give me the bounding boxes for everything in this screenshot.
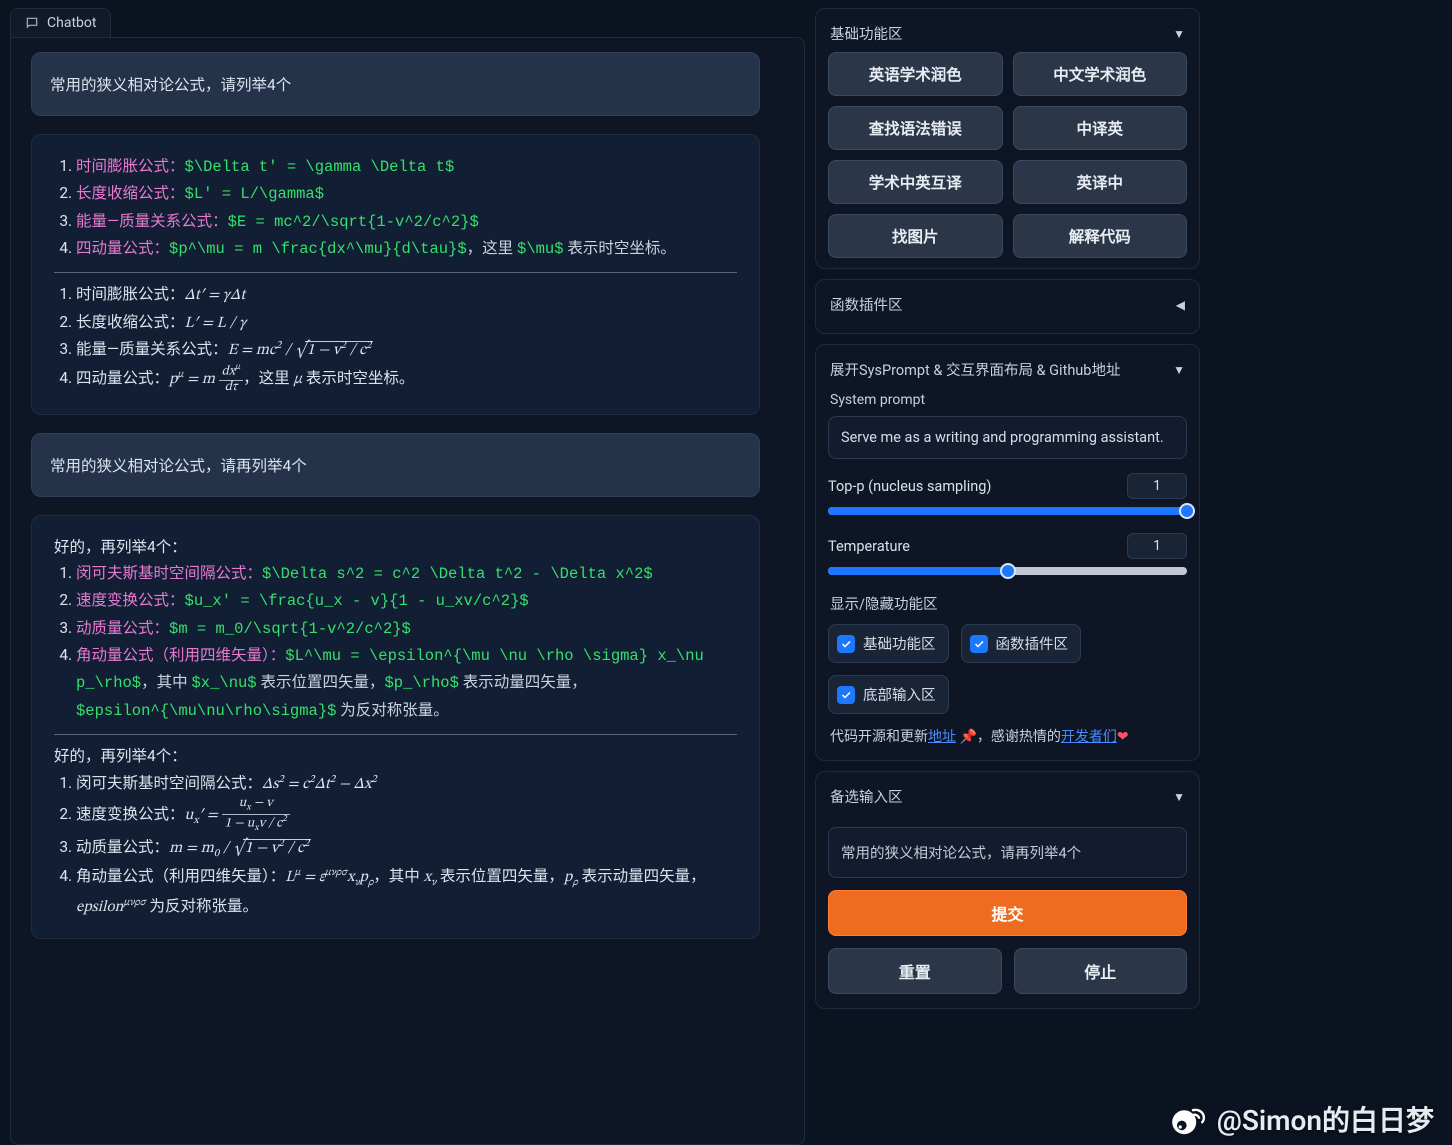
- footer-line: 代码开源和更新地址 📌，感谢热情的开发者们❤: [830, 726, 1185, 746]
- check-plugin-functions[interactable]: 函数插件区: [961, 624, 1082, 663]
- r2-label: 长度收缩公式：: [76, 313, 185, 331]
- checkbox-checked-icon: [837, 635, 855, 653]
- chevron-left-icon: ◀: [1176, 298, 1185, 312]
- fn-btn-find-image[interactable]: 找图片: [828, 214, 1003, 258]
- checkbox-checked-icon: [837, 686, 855, 704]
- b2-eq4-label: 角动量公式（利用四维矢量）：: [76, 646, 285, 664]
- b2r2-math: ux′ = ux − v1 − uxv / c2: [185, 807, 290, 823]
- checkbox-checked-icon: [970, 635, 988, 653]
- topp-value[interactable]: 1: [1127, 473, 1187, 499]
- r3-math: E = mc2 / √1 − v2 / c2: [228, 342, 374, 358]
- panel-alt-header[interactable]: 备选输入区 ▼: [828, 782, 1187, 815]
- submit-button[interactable]: 提交: [828, 890, 1187, 936]
- bot2-rendered-intro: 好的，再列举4个：: [54, 743, 737, 769]
- b2-eq2-latex: $u_x' = \frac{u_x - v}{1 - u_xv/c^2}$: [185, 592, 529, 610]
- temperature-slider[interactable]: [828, 567, 1187, 575]
- stop-button[interactable]: 停止: [1014, 948, 1188, 994]
- eq2-label: 长度收缩公式：: [76, 184, 185, 202]
- panel-plugin-header[interactable]: 函数插件区 ◀: [828, 290, 1187, 323]
- chat-bubble-icon: [25, 16, 39, 30]
- bot-message-2: 好的，再列举4个： 闵可夫斯基时空间隔公式：$\Delta s^2 = c^2 …: [31, 515, 760, 939]
- panel-alt-input: 备选输入区 ▼ 常用的狭义相对论公式，请再列举4个 提交 重置 停止: [815, 771, 1200, 1009]
- check-basic-functions[interactable]: 基础功能区: [828, 624, 949, 663]
- r1-label: 时间膨胀公式：: [76, 285, 185, 303]
- r3-label: 能量—质量关系公式：: [76, 340, 228, 358]
- fn-btn-academic-zh-en[interactable]: 学术中英互译: [828, 160, 1003, 204]
- r4-math: pμ = m dxμdτ: [169, 371, 243, 387]
- footer-link-devs[interactable]: 开发者们: [1061, 729, 1117, 745]
- b2r4-math: Lμ = εμνρσxνpρ: [285, 869, 373, 885]
- b2r3-label: 动质量公式：: [76, 838, 169, 856]
- panel-alt-title: 备选输入区: [830, 786, 903, 807]
- b2-eq3-label: 动质量公式：: [76, 619, 169, 637]
- b2-eq1-label: 闵可夫斯基时空间隔公式：: [76, 564, 262, 582]
- panel-expand-title: 展开SysPrompt & 交互界面布局 & Github地址: [830, 359, 1120, 380]
- eq1-label: 时间膨胀公式：: [76, 157, 185, 175]
- b2r2-label: 速度变换公式：: [76, 805, 185, 823]
- b2-eq2-label: 速度变换公式：: [76, 591, 185, 609]
- watermark-text: @Simon的白日梦: [1217, 1099, 1434, 1139]
- r4-label: 四动量公式：: [76, 369, 169, 387]
- r2-math: L′ = L / γ: [185, 315, 247, 331]
- fn-btn-grammar-check[interactable]: 查找语法错误: [828, 106, 1003, 150]
- check-bottom-input[interactable]: 底部输入区: [828, 675, 949, 714]
- b2-eq4-tail: ，其中 $x_\nu$ 表示位置四矢量，$p_\rho$ 表示动量四矢量，$ep…: [76, 673, 587, 718]
- check-plugin-label: 函数插件区: [996, 633, 1069, 654]
- temperature-label: Temperature: [828, 538, 910, 555]
- bot-message-1: 时间膨胀公式：$\Delta t' = \gamma \Delta t$ 长度收…: [31, 134, 760, 415]
- panel-plugin-functions: 函数插件区 ◀: [815, 279, 1200, 334]
- system-prompt-label: System prompt: [830, 392, 1187, 408]
- eq1-latex: $\Delta t' = \gamma \Delta t$: [185, 158, 455, 176]
- chevron-down-icon: ▼: [1173, 790, 1185, 804]
- eq4-label: 四动量公式：: [76, 239, 169, 257]
- chevron-down-icon: ▼: [1173, 27, 1185, 41]
- fn-btn-chinese-polish[interactable]: 中文学术润色: [1013, 52, 1188, 96]
- user-message-2: 常用的狭义相对论公式，请再列举4个: [31, 433, 760, 497]
- r1-math: Δt′ = γΔt: [185, 287, 246, 303]
- fn-btn-english-polish[interactable]: 英语学术润色: [828, 52, 1003, 96]
- panel-basic-header[interactable]: 基础功能区 ▼: [828, 19, 1187, 52]
- chevron-down-icon: ▼: [1173, 363, 1185, 377]
- b2-eq3-latex: $m = m_0/\sqrt{1-v^2/c^2}$: [169, 620, 411, 638]
- chat-body: 常用的狭义相对论公式，请列举4个 时间膨胀公式：$\Delta t' = \ga…: [10, 37, 805, 1145]
- tab-label: Chatbot: [47, 15, 96, 31]
- topp-label: Top-p (nucleus sampling): [828, 478, 991, 495]
- eq3-label: 能量—质量关系公式：: [76, 212, 228, 230]
- b2r1-label: 闵可夫斯基时空间隔公式：: [76, 774, 262, 792]
- panel-expand-header[interactable]: 展开SysPrompt & 交互界面布局 & Github地址 ▼: [828, 355, 1187, 388]
- eq4-latex: $p^\mu = m \frac{dx^\mu}{d\tau}$: [169, 240, 467, 258]
- check-bottom-label: 底部输入区: [863, 684, 936, 705]
- user-message-1: 常用的狭义相对论公式，请列举4个: [31, 52, 760, 116]
- r4-tail: ，这里 μ 表示时空坐标。: [243, 369, 414, 387]
- tab-bar: Chatbot: [10, 8, 805, 37]
- check-basic-label: 基础功能区: [863, 633, 936, 654]
- temperature-value[interactable]: 1: [1127, 533, 1187, 559]
- panel-plugin-title: 函数插件区: [830, 294, 903, 315]
- panel-expand: 展开SysPrompt & 交互界面布局 & Github地址 ▼ System…: [815, 344, 1200, 761]
- panel-basic-title: 基础功能区: [830, 23, 903, 44]
- reset-button[interactable]: 重置: [828, 948, 1002, 994]
- eq4-tail: ，这里 $\mu$ 表示时空坐标。: [467, 239, 676, 257]
- b2r1-math: Δs2 = c2Δt2 − Δx2: [262, 776, 377, 792]
- alt-input-textbox[interactable]: 常用的狭义相对论公式，请再列举4个: [828, 827, 1187, 878]
- fn-btn-explain-code[interactable]: 解释代码: [1013, 214, 1188, 258]
- panel-basic-functions: 基础功能区 ▼ 英语学术润色 中文学术润色 查找语法错误 中译英 学术中英互译 …: [815, 8, 1200, 269]
- eq3-latex: $E = mc^2/\sqrt{1-v^2/c^2}$: [228, 213, 479, 231]
- fn-btn-zh-to-en[interactable]: 中译英: [1013, 106, 1188, 150]
- eq2-latex: $L' = L/\gamma$: [185, 185, 325, 203]
- pin-icon: 📌: [959, 729, 976, 745]
- b2-eq1-latex: $\Delta s^2 = c^2 \Delta t^2 - \Delta x^…: [262, 565, 653, 583]
- system-prompt-input[interactable]: Serve me as a writing and programming as…: [828, 416, 1187, 459]
- watermark: @Simon的白日梦: [1169, 1099, 1434, 1139]
- b2r4-label: 角动量公式（利用四维矢量）：: [76, 867, 285, 885]
- heart-icon: ❤: [1117, 729, 1129, 745]
- tab-chatbot[interactable]: Chatbot: [10, 8, 111, 37]
- topp-slider[interactable]: [828, 507, 1187, 515]
- b2r3-math: m = m0 / √1 − v2 / c2: [169, 840, 311, 856]
- footer-link-repo[interactable]: 地址: [928, 729, 956, 745]
- toggle-group-label: 显示/隐藏功能区: [830, 593, 1187, 614]
- fn-btn-en-to-zh[interactable]: 英译中: [1013, 160, 1188, 204]
- bot2-intro: 好的，再列举4个：: [54, 534, 737, 560]
